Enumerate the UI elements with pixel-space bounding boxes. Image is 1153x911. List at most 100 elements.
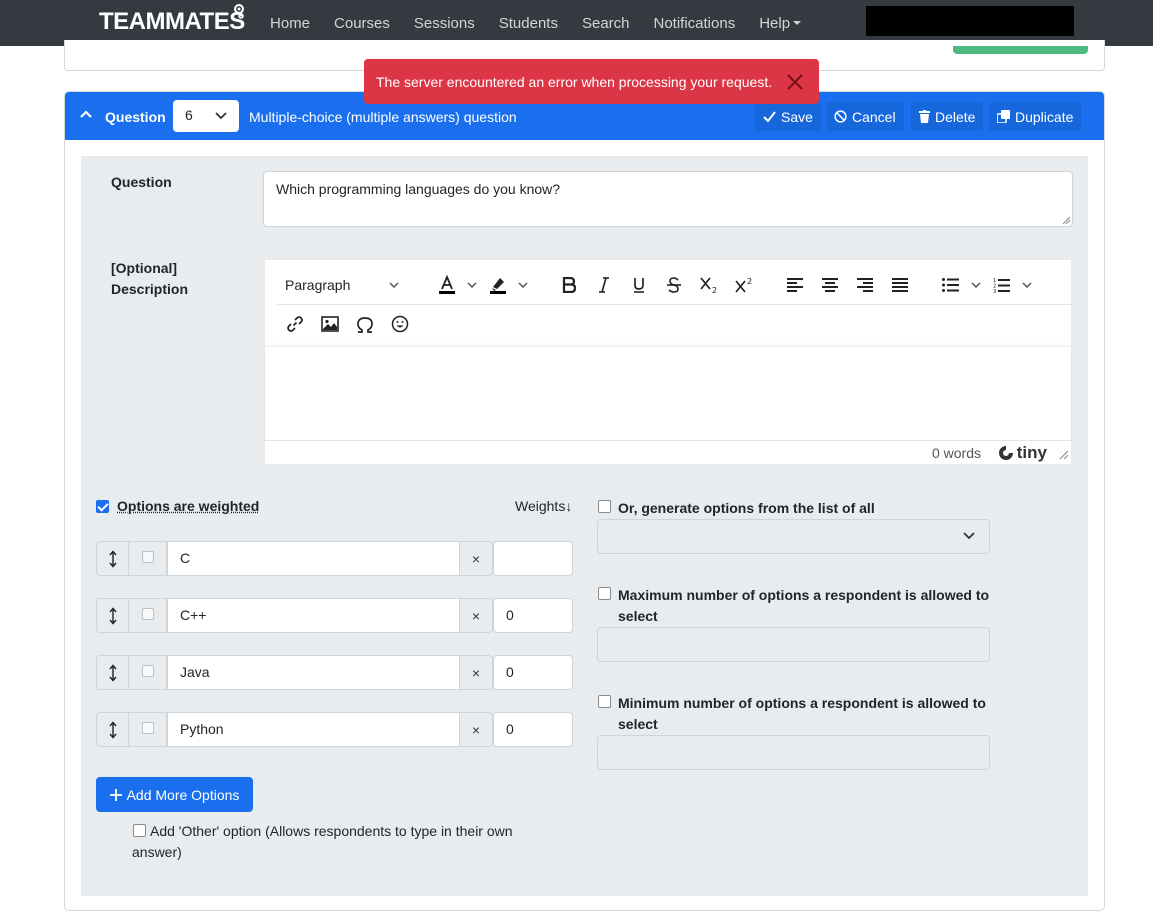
option-text-input[interactable]: C++ — [167, 598, 460, 633]
text-color-dropdown[interactable] — [464, 270, 480, 300]
arrows-vertical-icon — [109, 607, 117, 625]
chevron-up-icon[interactable] — [79, 109, 93, 119]
option-weight-input[interactable]: 0 — [493, 712, 573, 747]
drag-handle[interactable] — [96, 655, 129, 690]
option-checkbox-wrapper — [129, 712, 167, 747]
chevron-down-icon — [1022, 282, 1032, 288]
nav-courses[interactable]: Courses — [322, 15, 402, 32]
option-text: Python — [180, 721, 224, 737]
nav-notifications[interactable]: Notifications — [642, 15, 748, 32]
question-type: Multiple-choice (multiple answers) quest… — [249, 109, 517, 125]
numbered-list-button[interactable]: 123 — [984, 270, 1019, 300]
save-button[interactable]: Save — [755, 102, 821, 131]
resize-handle-icon[interactable] — [1062, 216, 1070, 224]
max-options-label: Maximum number of options a respondent i… — [618, 585, 998, 627]
option-text-input[interactable]: Java — [167, 655, 460, 690]
option-text: C — [180, 550, 190, 566]
svg-text:2: 2 — [747, 277, 752, 286]
add-more-options-button[interactable]: Add More Options — [96, 777, 253, 812]
text-color-button[interactable] — [429, 270, 464, 300]
options-weighted-checkbox[interactable] — [96, 500, 109, 513]
highlight-color-button[interactable] — [480, 270, 515, 300]
chevron-down-icon — [467, 282, 477, 288]
remove-option-button[interactable]: × — [460, 541, 493, 576]
description-label-optional: [Optional] — [111, 258, 188, 279]
bullet-list-dropdown[interactable] — [968, 270, 984, 300]
link-button[interactable] — [277, 309, 312, 339]
nav-help-label: Help — [759, 15, 790, 32]
chevron-down-icon — [518, 282, 528, 288]
nav-students[interactable]: Students — [487, 15, 570, 32]
option-weight-input[interactable]: 0 — [493, 598, 573, 633]
generate-options-select[interactable] — [597, 519, 990, 554]
numbered-list-dropdown[interactable] — [1019, 270, 1035, 300]
remove-option-button[interactable]: × — [460, 598, 493, 633]
drag-handle[interactable] — [96, 598, 129, 633]
option-weight: 0 — [506, 664, 514, 680]
max-options-checkbox[interactable] — [598, 587, 611, 600]
bold-button[interactable] — [551, 270, 586, 300]
bold-icon — [562, 277, 576, 293]
cancel-button[interactable]: Cancel — [826, 102, 904, 131]
align-left-button[interactable] — [777, 270, 812, 300]
delete-label: Delete — [935, 109, 975, 125]
remove-option-button[interactable]: × — [460, 712, 493, 747]
error-toast: The server encountered an error when pro… — [364, 59, 819, 104]
drag-handle[interactable] — [96, 541, 129, 576]
min-options-checkbox[interactable] — [598, 695, 611, 708]
question-text-label: Question — [111, 172, 172, 193]
option-weight-input[interactable]: 0 — [493, 655, 573, 690]
other-option-label: Add 'Other' option (Allows respondents t… — [132, 821, 532, 863]
question-body: Question Which programming languages do … — [81, 156, 1088, 896]
option-checkbox[interactable] — [142, 722, 154, 734]
question-text-input[interactable]: Which programming languages do you know? — [263, 171, 1073, 227]
remove-option-button[interactable]: × — [460, 655, 493, 690]
nav-search[interactable]: Search — [570, 15, 642, 32]
option-text-input[interactable]: Python — [167, 712, 460, 747]
nav-home[interactable]: Home — [258, 15, 322, 32]
resize-handle-icon[interactable] — [1059, 450, 1068, 459]
close-icon[interactable] — [785, 72, 805, 92]
option-text-input[interactable]: C — [167, 541, 460, 576]
option-checkbox[interactable] — [142, 551, 154, 563]
option-checkbox[interactable] — [142, 608, 154, 620]
duplicate-button[interactable]: Duplicate — [989, 102, 1081, 131]
question-number-select[interactable]: 6 — [173, 100, 239, 132]
editor-content-area[interactable] — [265, 346, 1071, 442]
brand-logo[interactable]: TEAMMATES — [99, 9, 245, 35]
align-justify-icon — [892, 278, 908, 292]
special-character-button[interactable] — [347, 309, 382, 339]
highlight-color-dropdown[interactable] — [515, 270, 531, 300]
link-icon — [286, 315, 304, 333]
option-weight-input[interactable] — [493, 541, 573, 576]
option-checkbox-wrapper — [129, 598, 167, 633]
svg-text:3: 3 — [993, 289, 996, 293]
max-options-input[interactable] — [597, 627, 990, 662]
delete-button[interactable]: Delete — [911, 102, 983, 131]
superscript-button[interactable]: 2 — [726, 270, 761, 300]
previous-card-button[interactable] — [953, 46, 1088, 54]
description-label-main: Description — [111, 279, 188, 300]
align-right-button[interactable] — [847, 270, 882, 300]
image-button[interactable] — [312, 309, 347, 339]
align-justify-button[interactable] — [882, 270, 917, 300]
underline-icon — [632, 277, 646, 293]
underline-button[interactable] — [621, 270, 656, 300]
italic-button[interactable] — [586, 270, 621, 300]
arrows-vertical-icon — [109, 721, 117, 739]
nav-help-dropdown[interactable]: Help — [747, 15, 813, 32]
emoji-button[interactable] — [382, 309, 417, 339]
bullet-list-button[interactable] — [933, 270, 968, 300]
generate-options-checkbox[interactable] — [598, 500, 611, 513]
option-weight: 0 — [506, 607, 514, 623]
nav-sessions[interactable]: Sessions — [402, 15, 487, 32]
tiny-logo[interactable]: tiny — [998, 443, 1047, 463]
option-checkbox[interactable] — [142, 665, 154, 677]
strikethrough-button[interactable] — [656, 270, 691, 300]
min-options-input[interactable] — [597, 735, 990, 770]
align-center-button[interactable] — [812, 270, 847, 300]
drag-handle[interactable] — [96, 712, 129, 747]
subscript-button[interactable]: 2 — [691, 270, 726, 300]
block-format-select[interactable]: Paragraph — [277, 270, 407, 300]
option-text: Java — [180, 664, 210, 680]
